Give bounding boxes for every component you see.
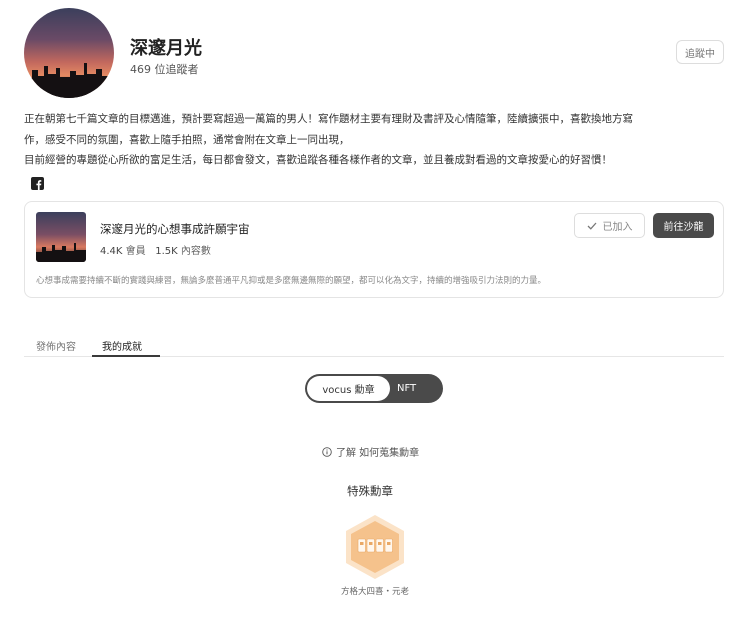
club-title[interactable]: 深邃月光的心想事成許願宇宙 (100, 221, 250, 237)
club-stats: 4.4K 會員 1.5K 內容數 (100, 242, 211, 257)
toggle-nft[interactable]: NFT (397, 374, 416, 403)
club-thumbnail (36, 212, 86, 262)
following-button[interactable]: 追蹤中 (676, 40, 724, 64)
toggle-vocus-badges[interactable]: vocus 勳章 (307, 376, 390, 401)
learn-link-label: 了解 如何蒐集勳章 (336, 448, 420, 459)
badge-type-toggle: vocus 勳章 NFT (305, 374, 443, 403)
active-tab-indicator (92, 355, 160, 357)
club-card[interactable]: 深邃月光的心想事成許願宇宙 4.4K 會員 1.5K 內容數 已加入 前往沙龍 … (24, 201, 724, 298)
club-sunset-image (36, 212, 86, 262)
profile-tabs: 發佈內容 我的成就 (24, 334, 724, 357)
go-to-club-button[interactable]: 前往沙龍 (653, 213, 714, 238)
tab-achievements[interactable]: 我的成就 (102, 338, 142, 353)
profile-bio: 正在朝第七千篇文章的目標邁進，預計要寫超過一萬篇的男人！寫作題材主要有理財及書評… (24, 109, 724, 171)
content-label: 內容數 (180, 246, 211, 257)
profile-name: 深邃月光 (130, 38, 202, 59)
content-count: 1.5K (155, 246, 178, 257)
avatar[interactable] (24, 8, 114, 98)
badge-icon[interactable] (344, 514, 406, 580)
bio-line: 正在朝第七千篇文章的目標邁進，預計要寫超過一萬篇的男人！寫作題材主要有理財及書評… (24, 113, 633, 125)
joined-label: 已加入 (602, 222, 633, 233)
check-icon (587, 222, 596, 230)
member-label: 會員 (125, 246, 146, 257)
badge-caption: 方格大四喜・元老 (340, 587, 409, 597)
special-badges-title: 特殊勳章 (347, 484, 393, 498)
follower-count[interactable]: 469 位追蹤者 (130, 61, 199, 77)
facebook-icon[interactable] (31, 177, 44, 190)
bio-line: 目前經營的專題從心所欲的富足生活，每日都會發文，喜歡追蹤各種各樣作者的文章，並且… (24, 154, 612, 166)
tab-published-content[interactable]: 發佈內容 (36, 338, 76, 353)
avatar-sunset-image (24, 8, 114, 98)
info-icon (322, 446, 332, 457)
joined-button[interactable]: 已加入 (574, 213, 645, 238)
club-description: 心想事成需要持續不斷的實踐與練習，無論多麼普通平凡抑或是多麼無邊無際的願望，都可… (36, 276, 547, 286)
learn-collect-badges-link[interactable]: 了解 如何蒐集勳章 (322, 444, 419, 459)
bio-line: 作，感受不同的氛圍，喜歡上隨手拍照，通常會附在文章上一同出現， (24, 133, 350, 146)
member-count: 4.4K (100, 246, 123, 257)
